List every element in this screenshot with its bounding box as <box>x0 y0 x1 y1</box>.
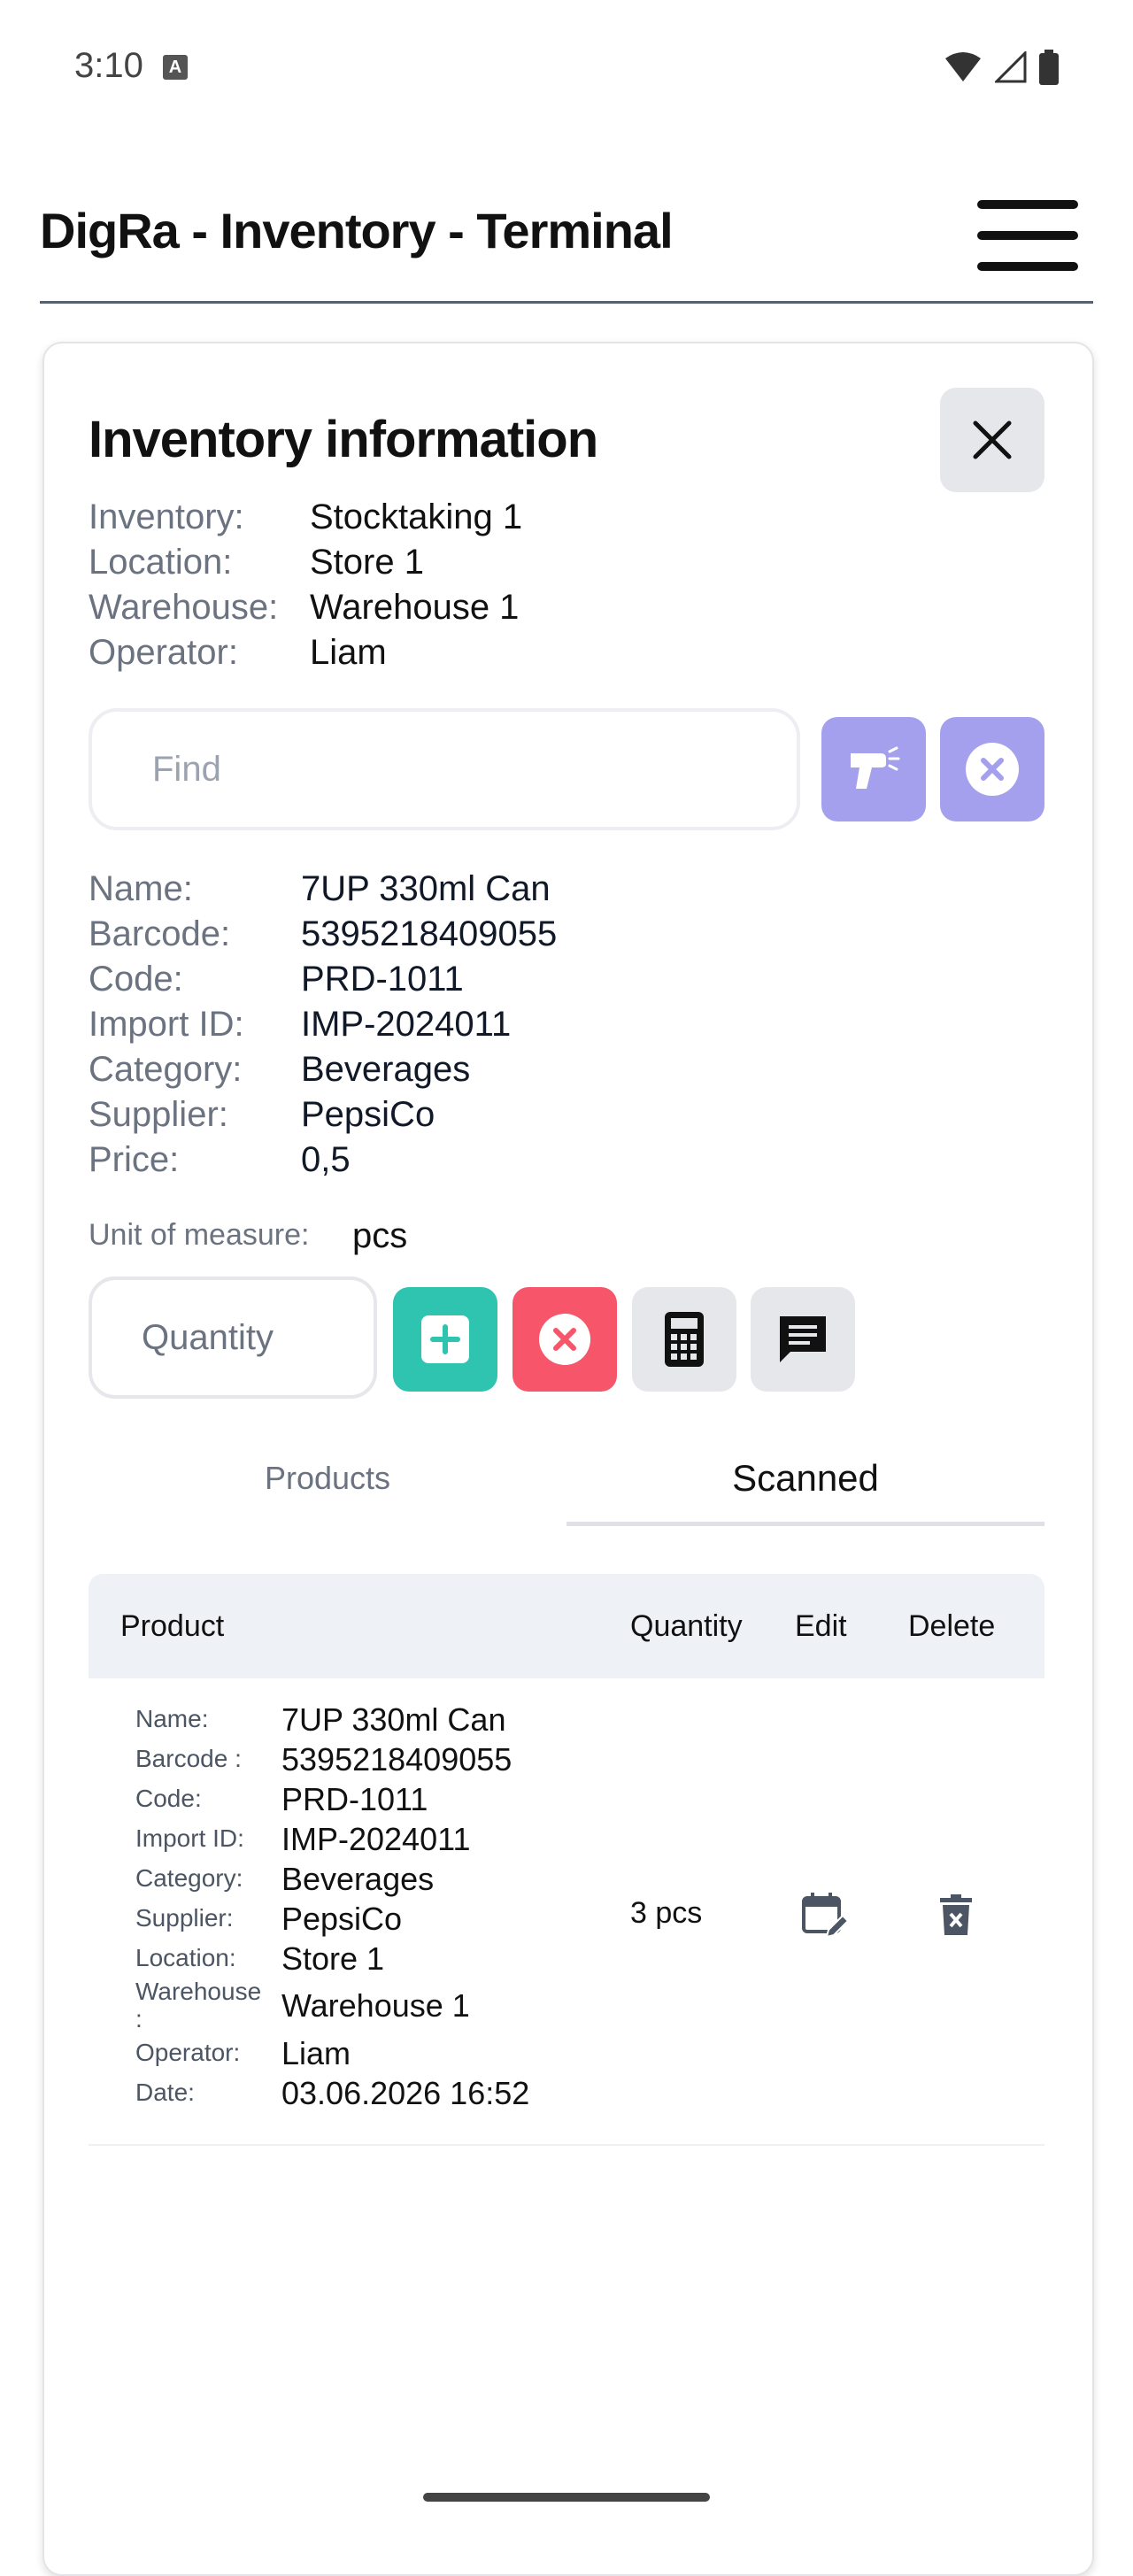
unit-of-measure-value: pcs <box>352 1216 408 1255</box>
column-quantity: Quantity <box>630 1609 743 1643</box>
row-warehouse-label: Warehouse : <box>135 1978 262 2032</box>
warehouse-value: Warehouse 1 <box>310 588 520 627</box>
row-barcode-value: 5395218409055 <box>281 1741 513 1778</box>
status-time: 3:10 <box>74 46 143 85</box>
calculator-button[interactable] <box>632 1287 736 1392</box>
close-icon <box>973 420 1012 459</box>
tab-products[interactable]: Products <box>89 1434 566 1523</box>
row-date-label: Date: <box>135 2078 195 2106</box>
row-date-value: 03.06.2026 16:52 <box>281 2074 530 2111</box>
product-category-label: Category: <box>89 1050 243 1089</box>
product-price-value: 0,5 <box>301 1140 351 1179</box>
clear-circle-icon <box>966 743 1019 796</box>
inventory-info-fields: Inventory: Stocktaking 1 Location: Store… <box>89 495 522 675</box>
battery-icon <box>1039 50 1059 85</box>
clear-search-button[interactable] <box>940 717 1044 821</box>
add-quantity-button[interactable] <box>393 1287 497 1392</box>
wifi-icon <box>945 52 981 81</box>
cancel-circle-icon <box>539 1314 590 1365</box>
product-price-label: Price: <box>89 1140 180 1179</box>
column-product: Product <box>120 1609 225 1643</box>
row-location-value: Store 1 <box>281 1940 385 1977</box>
product-code-label: Code: <box>89 960 183 999</box>
product-name-label: Name: <box>89 869 193 908</box>
row-import-id-label: Import ID: <box>135 1824 244 1853</box>
row-code-label: Code: <box>135 1785 202 1813</box>
product-barcode-label: Barcode: <box>89 914 231 953</box>
table-row: Name: 7UP 330ml Can Barcode : 5395218409… <box>135 1700 529 2113</box>
product-supplier-label: Supplier: <box>89 1095 228 1134</box>
find-input[interactable] <box>89 708 800 830</box>
product-category-value: Beverages <box>301 1050 471 1089</box>
home-indicator[interactable] <box>423 2493 710 2502</box>
calculator-icon <box>665 1312 704 1367</box>
operator-label: Operator: <box>89 633 238 672</box>
unit-of-measure-label: Unit of measure: <box>89 1218 310 1252</box>
cancel-quantity-button[interactable] <box>513 1287 617 1392</box>
edit-row-button[interactable] <box>802 1891 850 1945</box>
scan-button[interactable] <box>821 717 926 821</box>
close-button[interactable] <box>940 388 1044 492</box>
product-code-value: PRD-1011 <box>301 960 464 999</box>
row-supplier-value: PepsiCo <box>281 1901 403 1937</box>
table-header: Product Quantity Edit Delete <box>89 1574 1044 1678</box>
active-tab-indicator <box>566 1522 1044 1526</box>
quantity-input[interactable] <box>89 1276 377 1399</box>
inventory-value: Stocktaking 1 <box>310 497 523 536</box>
row-operator-value: Liam <box>281 2034 351 2071</box>
row-divider <box>89 2144 1044 2146</box>
warehouse-label: Warehouse: <box>89 588 279 627</box>
product-barcode-value: 5395218409055 <box>301 914 558 953</box>
card-title: Inventory information <box>89 411 598 468</box>
plus-box-icon <box>421 1315 469 1363</box>
menu-icon[interactable] <box>977 200 1078 271</box>
inventory-label: Inventory: <box>89 497 244 536</box>
calendar-edit-icon <box>802 1893 850 1939</box>
status-icons <box>944 50 1059 85</box>
trash-icon <box>940 1894 972 1935</box>
column-edit: Edit <box>795 1609 847 1643</box>
header-divider <box>40 301 1093 304</box>
row-category-label: Category: <box>135 1864 243 1893</box>
product-name-value: 7UP 330ml Can <box>301 869 551 908</box>
app-title: DigRa - Inventory - Terminal <box>40 203 674 258</box>
row-name-value: 7UP 330ml Can <box>281 1701 506 1738</box>
delete-row-button[interactable] <box>940 1894 972 1940</box>
notification-badge: A <box>163 55 188 80</box>
signal-icon <box>995 51 1027 83</box>
row-import-id-value: IMP-2024011 <box>281 1821 471 1857</box>
row-barcode-label: Barcode : <box>135 1745 242 1773</box>
column-delete: Delete <box>908 1609 996 1643</box>
comment-button[interactable] <box>751 1287 855 1392</box>
product-supplier-value: PepsiCo <box>301 1095 435 1134</box>
comment-icon <box>780 1316 826 1362</box>
location-label: Location: <box>89 543 233 582</box>
operator-value: Liam <box>310 633 387 672</box>
product-import-id-value: IMP-2024011 <box>301 1005 512 1044</box>
product-details: Name: 7UP 330ml Can Barcode: 53952184090… <box>89 867 557 1183</box>
row-supplier-label: Supplier: <box>135 1904 234 1932</box>
row-code-value: PRD-1011 <box>281 1781 428 1817</box>
product-import-id-label: Import ID: <box>89 1005 244 1044</box>
row-name-label: Name: <box>135 1705 209 1733</box>
row-warehouse-value: Warehouse 1 <box>281 1987 470 2025</box>
row-operator-label: Operator: <box>135 2038 241 2066</box>
row-quantity: 3 pcs <box>630 1896 703 1930</box>
barcode-scanner-icon <box>851 746 900 789</box>
tab-scanned[interactable]: Scanned <box>566 1434 1044 1523</box>
row-category-value: Beverages <box>281 1861 435 1897</box>
row-location-label: Location: <box>135 1944 236 1972</box>
location-value: Store 1 <box>310 543 424 582</box>
